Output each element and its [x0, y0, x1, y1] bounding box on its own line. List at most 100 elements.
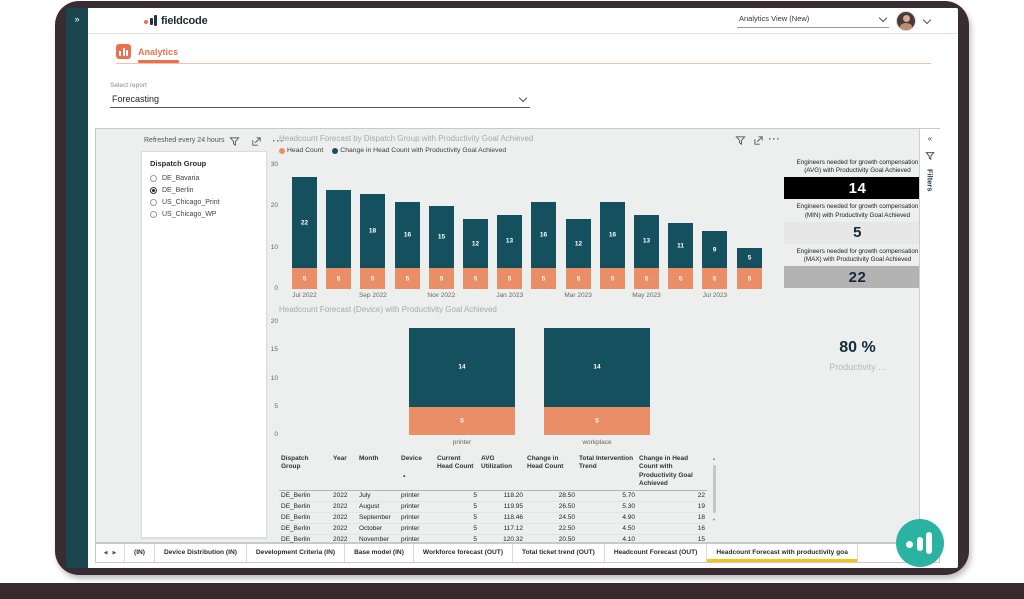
bar-dec-2022-headcount[interactable]: 5	[463, 268, 488, 289]
bar-feb-2023-change[interactable]: 16	[531, 202, 556, 268]
slicer-option-us_chicago_wp[interactable]: US_Chicago_WP	[142, 208, 266, 220]
bar-jul-2023-headcount[interactable]: 5	[702, 268, 727, 289]
slicer-option-us_chicago_print[interactable]: US_Chicago_Print	[142, 196, 266, 208]
bar-apr-2023-headcount[interactable]: 5	[600, 268, 625, 289]
bar-jun-2023-change[interactable]: 11	[668, 223, 693, 268]
legend-label: Head Count	[287, 147, 323, 154]
table-row[interactable]: DE_Berlin2022Julyprinter5118.2028.505.70…	[279, 490, 707, 501]
table-scrollbar[interactable]	[713, 465, 716, 513]
page-tab[interactable]: Headcount Forecast with productivity goa	[707, 544, 858, 562]
bar-aug-2022-change[interactable]	[326, 190, 351, 269]
page-tab[interactable]: Development Criteria (IN)	[247, 544, 345, 562]
legend-dot-icon	[332, 148, 338, 154]
y-tick: 20	[271, 202, 278, 209]
more-options-icon[interactable]: ···	[768, 132, 781, 145]
radio-icon	[150, 199, 157, 206]
bar-may-2023-change[interactable]: 13	[634, 215, 659, 269]
scroll-down-icon[interactable]: ▼	[712, 517, 716, 522]
collapse-pane-icon[interactable]: «	[928, 134, 932, 143]
report-canvas: Refreshed every 24 hours ··· Dispatch Gr…	[95, 128, 940, 543]
bar-mar-2023-headcount[interactable]: 5	[566, 268, 591, 289]
bar-sep-2022-headcount[interactable]: 5	[360, 268, 385, 289]
bar-nov-2022-change[interactable]: 15	[429, 206, 454, 268]
kpi-cards: Engineers needed for growth compensation…	[784, 159, 931, 292]
page-tab[interactable]: Headcount Forecast (OUT)	[605, 544, 708, 562]
filter-icon[interactable]	[734, 134, 747, 147]
avatar[interactable]	[896, 11, 916, 31]
column-header[interactable]: AVG Utilization	[479, 454, 525, 490]
report-select[interactable]: Forecasting	[110, 91, 530, 108]
app-window: fieldcode Analytics View (New) Analytics…	[88, 8, 958, 568]
slicer-option-label: DE_Berlin	[162, 187, 194, 194]
column-header[interactable]: Dispatch Group	[279, 454, 331, 490]
table-row[interactable]: DE_Berlin2022Augustprinter5119.9526.505.…	[279, 501, 707, 512]
bar-mar-2023-change[interactable]: 12	[566, 219, 591, 269]
slicer-option-de_berlin[interactable]: DE_Berlin	[142, 184, 266, 196]
kpi-value: 14	[784, 177, 931, 199]
column-header[interactable]: Change in Head Count with Productivity G…	[637, 454, 707, 490]
column-header[interactable]: Current Head Count	[435, 454, 479, 490]
bar-printer-change[interactable]: 14	[409, 328, 515, 407]
scroll-up-icon[interactable]: ▲	[712, 456, 716, 461]
y-tick: 10	[271, 244, 278, 251]
bar-jul-2022-change[interactable]: 22	[292, 177, 317, 268]
bar-sep-2022-change[interactable]: 18	[360, 194, 385, 268]
badge-dot-icon	[906, 541, 913, 548]
user-menu-chevron-icon[interactable]	[923, 16, 931, 24]
fieldcode-badge[interactable]	[896, 519, 944, 567]
bar-printer-headcount[interactable]: 5	[409, 407, 515, 435]
chart2-yaxis: 20151050	[258, 322, 284, 435]
slicer-title: Dispatch Group	[150, 159, 258, 168]
table-cell: printer	[399, 501, 435, 512]
bar-workplace-headcount[interactable]: 5	[544, 407, 650, 435]
column-header[interactable]: Year	[331, 454, 357, 490]
bar-apr-2023-change[interactable]: 16	[600, 202, 625, 268]
expand-rail-icon[interactable]: »	[66, 8, 88, 30]
x-tick: May 2023	[622, 292, 672, 299]
table-row[interactable]: DE_Berlin2022Septemberprinter5118.4624.5…	[279, 512, 707, 523]
page-tab[interactable]: Device Distribution (IN)	[155, 544, 247, 562]
chart1-yaxis: 3020100	[258, 165, 284, 289]
page-tab[interactable]: Total ticket trend (OUT)	[513, 544, 605, 562]
expand-icon[interactable]	[752, 134, 765, 147]
page-tab[interactable]: (IN)	[125, 544, 155, 562]
column-header[interactable]: Total Intervention Trend	[577, 454, 637, 490]
bar-jan-2023-headcount[interactable]: 5	[497, 268, 522, 289]
column-header[interactable]: Month	[357, 454, 399, 490]
slicer-option-de_bavaria[interactable]: DE_Bavaria	[142, 172, 266, 184]
tabs-prev-icon[interactable]: ◀	[104, 550, 108, 556]
bar-oct-2022-change[interactable]: 16	[395, 202, 420, 268]
slicer-option-label: US_Chicago_WP	[162, 211, 216, 218]
tab-analytics[interactable]: Analytics	[138, 47, 178, 57]
radio-icon	[150, 211, 157, 218]
tabs-next-icon[interactable]: ▶	[113, 550, 117, 556]
device-frame: » fieldcode Analytics View (New) Analyti…	[55, 1, 969, 575]
column-header[interactable]: Change in Head Count	[525, 454, 577, 490]
bar-nov-2022-headcount[interactable]: 5	[429, 268, 454, 289]
bar-jun-2023-headcount[interactable]: 5	[668, 268, 693, 289]
page-tab[interactable]: Base model (IN)	[345, 544, 414, 562]
table-cell: 5	[435, 523, 479, 534]
bar-aug-2023-change[interactable]: 5	[737, 248, 762, 269]
bar-aug-2023-headcount[interactable]: 5	[737, 268, 762, 289]
table-cell: 117.12	[479, 523, 525, 534]
bar-jul-2022-headcount[interactable]: 5	[292, 268, 317, 289]
bar-jul-2023-change[interactable]: 9	[702, 231, 727, 268]
bar-may-2023-headcount[interactable]: 5	[634, 268, 659, 289]
bar-aug-2022-headcount[interactable]: 5	[326, 268, 351, 289]
bar-oct-2022-headcount[interactable]: 5	[395, 268, 420, 289]
table-cell: 2022	[331, 512, 357, 523]
analytics-view-select[interactable]: Analytics View (New)	[737, 12, 889, 28]
bar-workplace-change[interactable]: 14	[544, 328, 650, 407]
table-row[interactable]: DE_Berlin2022Octoberprinter5117.1222.504…	[279, 523, 707, 534]
bar-feb-2023-headcount[interactable]: 5	[531, 268, 556, 289]
chart1-plot: 52255185165155125135165125165135115955	[288, 165, 766, 289]
legend-item: Change in Head Count with Productivity G…	[332, 147, 506, 154]
bar-jan-2023-change[interactable]: 13	[497, 215, 522, 269]
page-tab[interactable]: Workforce forecast (OUT)	[414, 544, 513, 562]
expand-icon[interactable]	[250, 135, 263, 148]
x-tick: Nov 2022	[416, 292, 466, 299]
bar-dec-2022-change[interactable]: 12	[463, 219, 488, 269]
filter-icon[interactable]	[228, 135, 241, 148]
kpi-title: Engineers needed for growth compensation…	[784, 159, 931, 175]
